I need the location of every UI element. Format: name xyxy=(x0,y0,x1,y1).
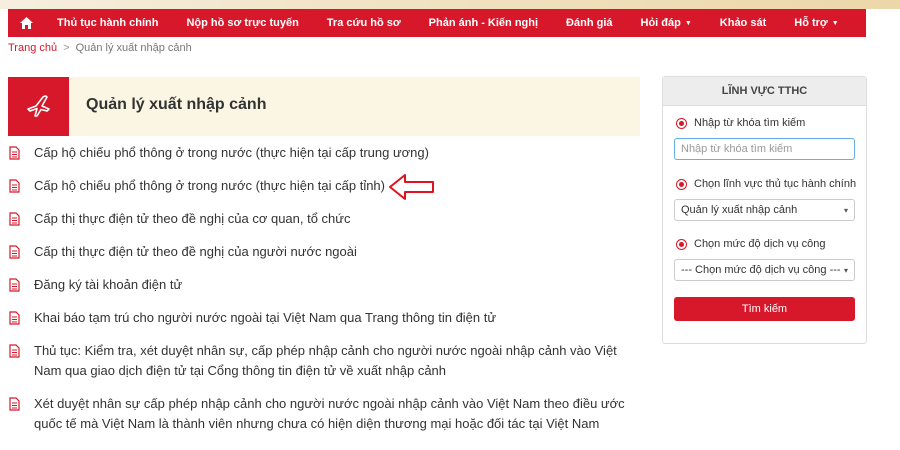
nav-khao-sat[interactable]: Khảo sát xyxy=(706,9,780,37)
document-icon xyxy=(9,344,20,358)
chevron-down-icon: ▾ xyxy=(843,265,848,275)
left-arrow-annotation xyxy=(389,174,434,200)
chevron-down-icon: ▾ xyxy=(843,205,848,215)
document-icon xyxy=(9,245,20,259)
radio-selected-icon[interactable] xyxy=(676,238,687,250)
field-select-value: Quản lý xuất nhập cảnh xyxy=(681,204,798,216)
level-select[interactable]: --- Chọn mức độ dịch vụ công --- ▾ xyxy=(674,259,855,281)
document-icon xyxy=(9,146,20,160)
field-select[interactable]: Quản lý xuất nhập cảnh ▾ xyxy=(674,199,855,221)
nav-danh-gia[interactable]: Đánh giá xyxy=(552,9,626,37)
level-select-value: --- Chọn mức độ dịch vụ công --- xyxy=(681,264,841,276)
procedure-link[interactable]: Cấp thị thực điện tử theo đề nghị của cơ… xyxy=(34,211,351,226)
keyword-option[interactable]: Nhập từ khóa tìm kiếm xyxy=(676,117,805,129)
caret-down-icon: ▼ xyxy=(684,19,692,27)
procedure-item[interactable]: Thủ tục: Kiểm tra, xét duyệt nhân sự, cấ… xyxy=(8,341,640,381)
nav-home[interactable] xyxy=(8,9,43,37)
keyword-label: Nhập từ khóa tìm kiếm xyxy=(694,117,806,129)
sidebar-title: LĨNH VỰC TTHC xyxy=(663,77,866,106)
procedure-link[interactable]: Cấp thị thực điện tử theo đề nghị của ng… xyxy=(34,244,357,259)
procedure-item[interactable]: Xét duyệt nhân sự cấp phép nhập cảnh cho… xyxy=(8,394,640,434)
level-option[interactable]: Chọn mức độ dịch vụ công xyxy=(676,238,826,250)
breadcrumb-home-link[interactable]: Trang chủ xyxy=(8,42,57,54)
keyword-search-input[interactable]: Nhập từ khóa tìm kiếm xyxy=(674,138,855,160)
breadcrumb-separator: > xyxy=(63,42,70,54)
nav-thu-tuc-hanh-chinh[interactable]: Thủ tục hành chính xyxy=(43,9,172,37)
nav-hoi-dap-label: Hỏi đáp xyxy=(640,17,681,29)
document-icon xyxy=(9,212,20,226)
radio-selected-icon[interactable] xyxy=(676,117,687,129)
procedure-link[interactable]: Đăng ký tài khoản điện tử xyxy=(34,277,182,292)
procedure-link[interactable]: Khai báo tạm trú cho người nước ngoài tạ… xyxy=(34,310,496,325)
nav-nop-ho-so[interactable]: Nộp hồ sơ trực tuyến xyxy=(172,9,312,37)
caret-down-icon: ▼ xyxy=(831,19,839,27)
search-button[interactable]: Tìm kiếm xyxy=(674,297,855,321)
procedure-item[interactable]: Cấp hộ chiếu phổ thông ở trong nước (thự… xyxy=(8,176,640,196)
nav-phan-anh-kien-nghi[interactable]: Phản ánh - Kiến nghị xyxy=(415,9,552,37)
document-icon xyxy=(9,311,20,325)
procedure-item[interactable]: Cấp hộ chiếu phổ thông ở trong nước (thự… xyxy=(8,143,640,163)
page-title: Quản lý xuất nhập cảnh xyxy=(86,96,267,113)
procedure-item[interactable]: Khai báo tạm trú cho người nước ngoài tạ… xyxy=(8,308,640,328)
document-icon xyxy=(9,179,20,193)
page-header: Quản lý xuất nhập cảnh xyxy=(8,77,640,136)
procedure-link[interactable]: Cấp hộ chiếu phổ thông ở trong nước (thự… xyxy=(34,145,429,160)
procedure-list: Cấp hộ chiếu phổ thông ở trong nước (thự… xyxy=(8,143,640,434)
level-label: Chọn mức độ dịch vụ công xyxy=(694,238,826,250)
top-banner-strip xyxy=(0,0,900,9)
procedure-link[interactable]: Thủ tục: Kiểm tra, xét duyệt nhân sự, cấ… xyxy=(34,343,617,378)
airplane-icon xyxy=(26,94,50,117)
nav-hoi-dap[interactable]: Hỏi đáp ▼ xyxy=(627,9,706,37)
radio-selected-icon[interactable] xyxy=(676,178,687,190)
procedure-link[interactable]: Cấp hộ chiếu phổ thông ở trong nước (thự… xyxy=(34,178,385,193)
main-navbar: Thủ tục hành chính Nộp hồ sơ trực tuyến … xyxy=(8,9,866,37)
procedure-item[interactable]: Cấp thị thực điện tử theo đề nghị của cơ… xyxy=(8,209,640,229)
document-icon xyxy=(9,397,20,411)
breadcrumb: Trang chủ > Quản lý xuất nhập cảnh xyxy=(8,42,192,54)
nav-ho-tro-label: Hỗ trợ xyxy=(794,17,828,29)
breadcrumb-current: Quản lý xuất nhập cảnh xyxy=(75,42,192,54)
procedure-item[interactable]: Đăng ký tài khoản điện tử xyxy=(8,275,640,295)
procedure-item[interactable]: Cấp thị thực điện tử theo đề nghị của ng… xyxy=(8,242,640,262)
nav-ho-tro[interactable]: Hỗ trợ ▼ xyxy=(780,9,852,37)
nav-tra-cuu-ho-so[interactable]: Tra cứu hồ sơ xyxy=(313,9,415,37)
header-icon-box xyxy=(8,77,69,136)
filter-sidebar: LĨNH VỰC TTHC Nhập từ khóa tìm kiếm Nhập… xyxy=(662,76,867,344)
field-option[interactable]: Chọn lĩnh vực thủ tục hành chính xyxy=(676,178,856,190)
field-label: Chọn lĩnh vực thủ tục hành chính xyxy=(694,178,857,190)
document-icon xyxy=(9,278,20,292)
procedure-link[interactable]: Xét duyệt nhân sự cấp phép nhập cảnh cho… xyxy=(34,396,625,431)
home-icon xyxy=(20,17,33,29)
